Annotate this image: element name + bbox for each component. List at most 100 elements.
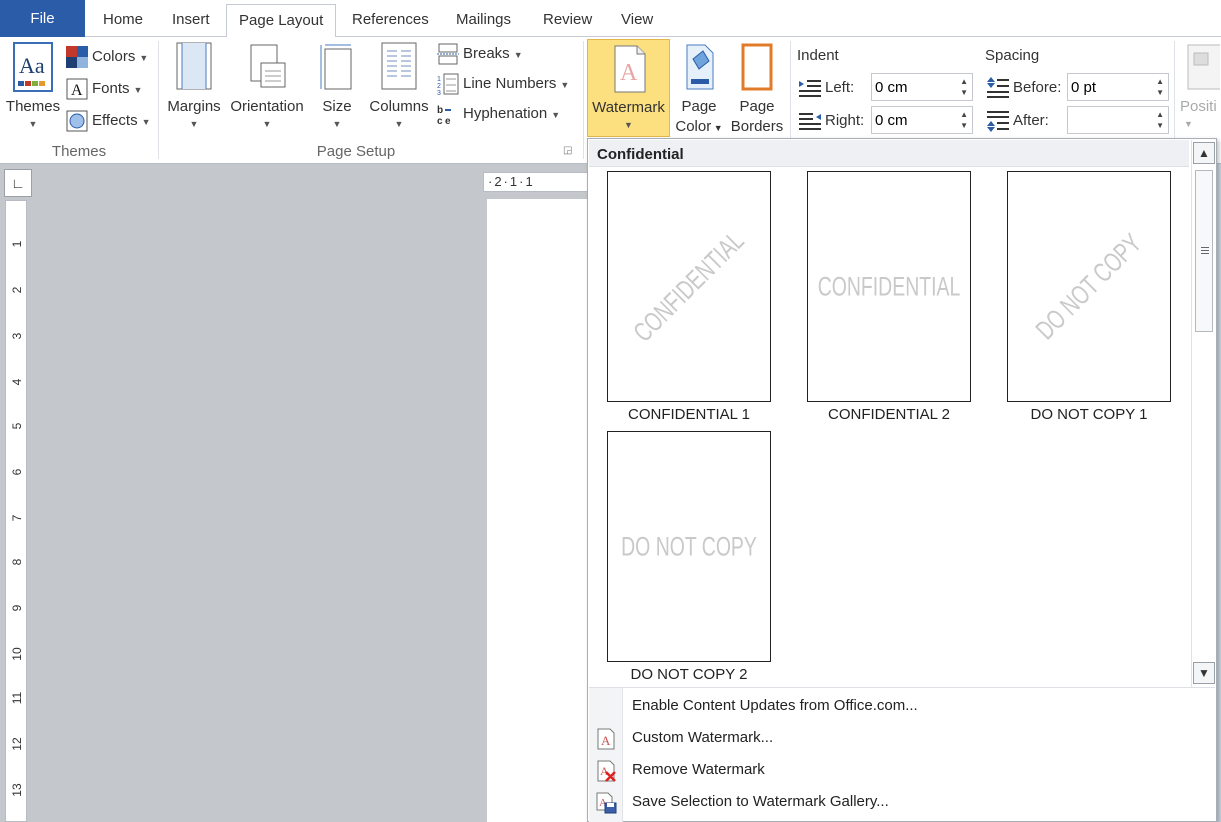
- chevron-down-icon: ▼: [560, 80, 570, 90]
- watermark-thumbnail: DO NOT COPY: [607, 431, 771, 662]
- margins-button[interactable]: Margins ▼: [163, 41, 225, 131]
- page-setup-group-label: Page Setup: [316, 143, 396, 160]
- tab-view[interactable]: View: [609, 4, 665, 37]
- chevron-down-icon: ▼: [624, 120, 633, 130]
- spacing-before-spinner[interactable]: ▲▼: [1067, 73, 1169, 101]
- ruler-number: 9: [10, 604, 24, 612]
- watermark-preview-text: CONFIDENTIAL: [817, 271, 961, 301]
- chevron-down-icon: ▼: [551, 110, 561, 120]
- spacing-after-icon: [987, 111, 1009, 133]
- watermark-preview-text: CONFIDENTIAL: [627, 225, 750, 348]
- ruler-number: 10: [10, 647, 24, 661]
- size-button[interactable]: Size ▼: [315, 41, 359, 131]
- indent-right-spinner[interactable]: ▲▼: [871, 106, 973, 134]
- ruler-number: 5: [10, 422, 24, 430]
- colors-button[interactable]: Colors ▼: [66, 44, 148, 70]
- svg-text:2: 2: [437, 83, 441, 90]
- breaks-button[interactable]: Breaks ▼: [437, 41, 523, 67]
- watermark-preview-text: DO NOT COPY: [1030, 227, 1148, 345]
- menu-item-save-to-gallery[interactable]: A Save Selection to Watermark Gallery...: [589, 786, 1215, 818]
- spacing-after-input[interactable]: [1068, 107, 1150, 133]
- size-icon: [320, 44, 352, 90]
- page-color-button[interactable]: Page Color ▼: [674, 41, 724, 138]
- fonts-icon: A: [66, 78, 88, 100]
- indent-left-spinner[interactable]: ▲▼: [871, 73, 973, 101]
- page-setup-dialog-launcher[interactable]: ◲: [563, 145, 575, 157]
- svg-text:c: c: [437, 116, 443, 125]
- ruler-number: 7: [10, 514, 24, 522]
- spinner-arrows-icon[interactable]: ▲ ▼: [960, 76, 968, 98]
- tab-page-layout[interactable]: Page Layout: [226, 4, 337, 38]
- watermark-caption: CONFIDENTIAL 1: [628, 406, 750, 423]
- svg-text:1: 1: [437, 76, 441, 83]
- chevron-down-icon: ▼: [133, 85, 143, 95]
- watermark-option-do-not-copy-2[interactable]: DO NOT COPY DO NOT COPY 2: [607, 431, 771, 683]
- tab-home[interactable]: Home: [91, 4, 155, 37]
- custom-watermark-icon: A: [597, 728, 615, 750]
- watermark-option-do-not-copy-1[interactable]: DO NOT COPY DO NOT COPY 1: [1007, 171, 1171, 423]
- spacing-before-input[interactable]: [1068, 74, 1150, 100]
- tab-insert[interactable]: Insert: [160, 4, 222, 37]
- menu-item-custom-watermark[interactable]: A Custom Watermark...: [589, 722, 1215, 754]
- watermark-option-confidential-1[interactable]: CONFIDENTIAL CONFIDENTIAL 1: [607, 171, 771, 423]
- tab-references[interactable]: References: [340, 4, 441, 37]
- watermark-button[interactable]: A Watermark ▼: [587, 39, 670, 137]
- page-borders-button[interactable]: Page Borders: [728, 41, 786, 137]
- watermark-option-confidential-2[interactable]: CONFIDENTIAL CONFIDENTIAL 2: [807, 171, 971, 423]
- page-borders-icon: [741, 43, 773, 91]
- themes-button[interactable]: Aa Themes ▼: [4, 41, 62, 131]
- horizontal-ruler[interactable]: ·2·1·1: [483, 172, 593, 192]
- hyphenation-button[interactable]: bc e Hyphenation ▼: [437, 101, 560, 127]
- vertical-ruler[interactable]: 1 2 3 4 5 6 7 8 9 10 11 12 13: [5, 200, 27, 822]
- tab-selector-button[interactable]: ∟: [4, 169, 32, 197]
- scroll-up-icon[interactable]: ▲: [1193, 142, 1215, 164]
- svg-text:b: b: [437, 105, 443, 116]
- ruler-number: 8: [10, 558, 24, 566]
- fonts-button[interactable]: A Fonts ▼: [66, 76, 142, 102]
- ruler-number: 6: [10, 468, 24, 476]
- effects-button[interactable]: Effects ▼: [66, 108, 151, 134]
- tab-file[interactable]: File: [0, 0, 85, 37]
- tab-review[interactable]: Review: [531, 4, 604, 37]
- themes-group-label: Themes: [51, 143, 107, 160]
- group-divider: [158, 41, 159, 159]
- indent-right-input[interactable]: [872, 107, 954, 133]
- watermark-label: Watermark: [592, 99, 665, 116]
- line-numbers-button[interactable]: 123 Line Numbers ▼: [437, 71, 569, 97]
- position-icon: [1187, 44, 1221, 90]
- chevron-down-icon: ▼: [1184, 119, 1193, 129]
- menu-item-remove-watermark[interactable]: A Remove Watermark: [589, 754, 1215, 786]
- spacing-heading: Spacing: [985, 47, 1040, 64]
- document-page[interactable]: [487, 199, 597, 822]
- chevron-down-icon: ▼: [141, 117, 151, 127]
- menu-item-enable-content-updates[interactable]: Enable Content Updates from Office.com..…: [589, 690, 1215, 722]
- scrollbar-thumb[interactable]: [1195, 170, 1213, 332]
- page-color-icon: [686, 44, 714, 90]
- spinner-arrows-icon[interactable]: ▲ ▼: [1156, 109, 1164, 131]
- ribbon-tab-bar: File Home Insert Page Layout References …: [0, 0, 1221, 38]
- scroll-down-icon[interactable]: ▼: [1193, 662, 1215, 684]
- ruler-number: 11: [10, 691, 24, 705]
- gallery-scrollbar[interactable]: ▲ ▼: [1191, 140, 1215, 688]
- svg-text:A: A: [601, 733, 611, 748]
- orientation-button[interactable]: Orientation ▼: [226, 41, 308, 131]
- ruler-number: 12: [10, 737, 24, 751]
- tab-mailings[interactable]: Mailings: [444, 4, 523, 37]
- position-button[interactable]: Positi ▼: [1180, 41, 1221, 131]
- breaks-icon: [437, 43, 459, 65]
- spinner-arrows-icon[interactable]: ▲ ▼: [960, 109, 968, 131]
- chevron-down-icon: ▼: [262, 119, 272, 129]
- indent-left-label: Left:: [799, 75, 854, 101]
- themes-label: Themes: [5, 98, 61, 115]
- spacing-after-spinner[interactable]: ▲ ▼: [1067, 106, 1169, 134]
- themes-icon: Aa: [13, 42, 53, 92]
- indent-right-icon: [799, 113, 821, 131]
- columns-button[interactable]: Columns ▼: [366, 41, 432, 131]
- colors-icon: [66, 46, 88, 69]
- indent-heading: Indent: [797, 47, 839, 64]
- margins-icon: [176, 42, 212, 90]
- indent-left-input[interactable]: [872, 74, 954, 100]
- spinner-arrows-icon[interactable]: ▲ ▼: [1156, 76, 1164, 98]
- spacing-before-icon: [987, 77, 1009, 99]
- save-watermark-icon: A: [596, 792, 617, 814]
